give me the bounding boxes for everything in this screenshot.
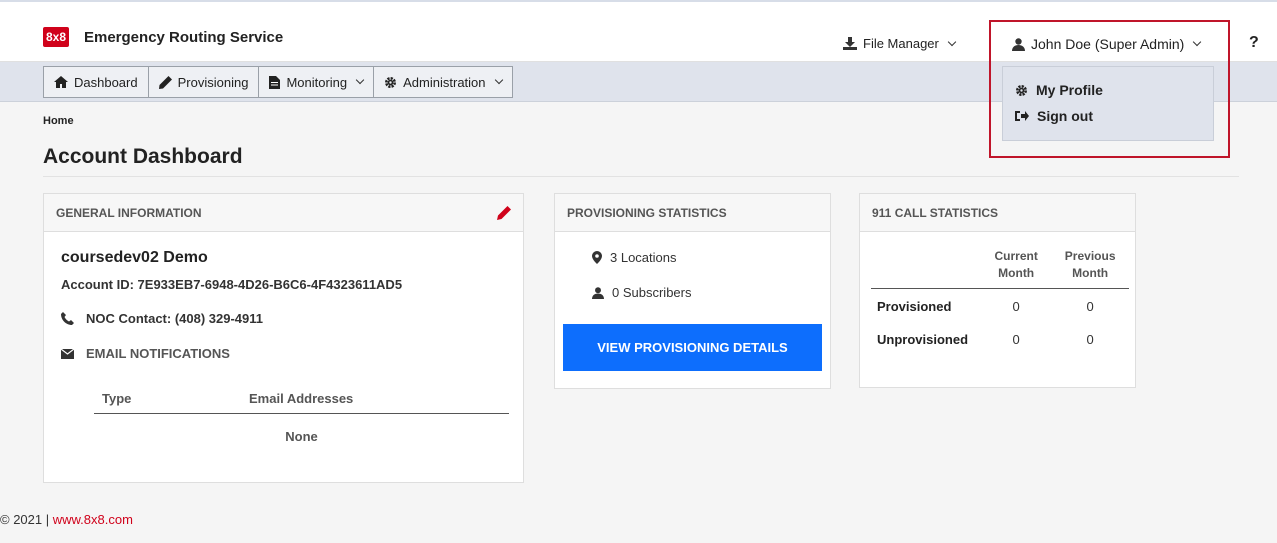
previous-month-value: 0 bbox=[1086, 332, 1094, 347]
panel-title: 911 CALL STATISTICS bbox=[872, 205, 999, 220]
highlight-annotation bbox=[989, 20, 1230, 158]
noc-contact-text: NOC Contact: (408) 329-4911 bbox=[86, 311, 264, 326]
nav-tab-label: Monitoring bbox=[286, 74, 348, 90]
phone-icon bbox=[61, 312, 74, 325]
locations-count: 3 Locations bbox=[610, 250, 677, 265]
account-id: Account ID: 7E933EB7-6948-4D26-B6C6-4F43… bbox=[61, 277, 403, 292]
call-statistics-table: Current Month Previous Month Provisioned… bbox=[871, 242, 1129, 355]
column-header-label bbox=[871, 242, 981, 289]
edit-icon[interactable] bbox=[497, 205, 511, 220]
nav-tab-label: Provisioning bbox=[177, 74, 249, 90]
app-title: Emergency Routing Service bbox=[84, 29, 284, 46]
noc-contact: NOC Contact: (408) 329-4911 bbox=[61, 311, 263, 326]
download-icon bbox=[843, 37, 857, 50]
previous-month-value: 0 bbox=[1086, 299, 1094, 314]
panel-header: PROVISIONING STATISTICS bbox=[555, 194, 830, 232]
subscribers-count: 0 Subscribers bbox=[612, 285, 692, 300]
top-border bbox=[0, 0, 1277, 2]
user-icon bbox=[592, 286, 604, 299]
nav-tab-monitoring[interactable]: Monitoring bbox=[258, 66, 374, 98]
nav-tab-administration[interactable]: Administration bbox=[373, 66, 513, 98]
website-link[interactable]: www.8x8.com bbox=[53, 512, 133, 527]
pencil-icon bbox=[158, 75, 172, 89]
map-marker-icon bbox=[592, 251, 602, 264]
divider bbox=[43, 176, 1239, 177]
brand-logo[interactable]: 8x8 bbox=[43, 27, 69, 47]
row-label: Unprovisioned bbox=[877, 332, 969, 347]
panel-title: GENERAL INFORMATION bbox=[56, 205, 202, 220]
file-icon bbox=[269, 75, 281, 89]
file-manager-menu[interactable]: File Manager bbox=[843, 36, 957, 51]
gear-icon bbox=[384, 76, 397, 89]
table-header: Current Month Previous Month bbox=[871, 242, 1129, 289]
column-header-email: Email Addresses bbox=[249, 391, 354, 406]
row-label: Provisioned bbox=[877, 299, 952, 314]
panel-title: PROVISIONING STATISTICS bbox=[567, 205, 727, 220]
subscribers-stat: 0 Subscribers bbox=[592, 285, 691, 300]
nav-tab-label: Dashboard bbox=[74, 74, 138, 90]
current-month-value: 0 bbox=[1012, 299, 1020, 314]
column-header-current-month: Current Month bbox=[981, 242, 1052, 289]
footer: © 2021 | www.8x8.com bbox=[0, 512, 133, 527]
chevron-down-icon bbox=[355, 75, 365, 85]
account-name: coursedev02 Demo bbox=[61, 249, 208, 266]
panel-header: 911 CALL STATISTICS bbox=[860, 194, 1135, 232]
nav-tab-dashboard[interactable]: Dashboard bbox=[43, 66, 148, 98]
column-header-type: Type bbox=[102, 391, 132, 406]
provisioning-statistics-panel: PROVISIONING STATISTICS 3 Locations 0 Su… bbox=[554, 193, 831, 389]
file-manager-label: File Manager bbox=[863, 36, 939, 51]
email-table: Type Email Addresses None bbox=[94, 384, 509, 444]
table-row: Provisioned 0 0 bbox=[871, 289, 1129, 323]
empty-state: None bbox=[285, 429, 318, 444]
nav-tab-label: Administration bbox=[403, 74, 486, 90]
chevron-down-icon bbox=[947, 37, 957, 46]
current-month-value: 0 bbox=[1012, 332, 1020, 347]
copyright-text: © 2021 | bbox=[0, 512, 53, 527]
general-information-panel: GENERAL INFORMATION coursedev02 Demo Acc… bbox=[43, 193, 524, 483]
page-title: Account Dashboard bbox=[43, 145, 243, 168]
home-icon bbox=[54, 76, 68, 88]
nav-tabs: Dashboard Provisioning Monitoring Admini… bbox=[43, 66, 513, 98]
nav-tab-provisioning[interactable]: Provisioning bbox=[147, 66, 259, 98]
email-notifications: EMAIL NOTIFICATIONS bbox=[61, 346, 230, 361]
email-notifications-label: EMAIL NOTIFICATIONS bbox=[86, 346, 230, 361]
table-row: Unprovisioned 0 0 bbox=[871, 322, 1129, 355]
locations-stat: 3 Locations bbox=[592, 250, 677, 265]
table-header: Type Email Addresses bbox=[94, 384, 509, 414]
chevron-down-icon bbox=[494, 75, 503, 85]
envelope-icon bbox=[61, 348, 74, 359]
help-button[interactable]: ? bbox=[1249, 34, 1259, 52]
view-provisioning-details-button[interactable]: VIEW PROVISIONING DETAILS bbox=[563, 324, 822, 371]
call-statistics-panel: 911 CALL STATISTICS Current Month Previo… bbox=[859, 193, 1136, 388]
column-header-previous-month: Previous Month bbox=[1051, 242, 1129, 289]
panel-header: GENERAL INFORMATION bbox=[44, 194, 523, 232]
breadcrumb[interactable]: Home bbox=[43, 115, 74, 127]
